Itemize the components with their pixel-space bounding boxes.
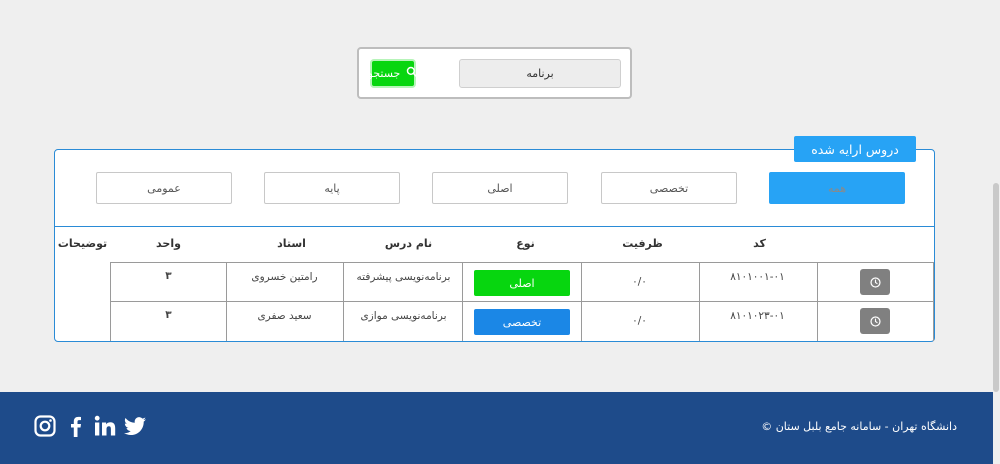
filter-main[interactable]: اصلی xyxy=(432,172,568,204)
filter-all[interactable]: همه xyxy=(769,172,905,204)
row-2-type-badge: تخصصی xyxy=(474,309,570,335)
header-teacher: استاد xyxy=(277,237,306,250)
search-button[interactable]: جستجو xyxy=(367,59,418,88)
clock-icon xyxy=(869,276,881,288)
scrollbar[interactable] xyxy=(993,183,999,392)
row-1-teacher: رامتین خسروی xyxy=(251,271,318,283)
facebook-icon[interactable] xyxy=(62,412,88,440)
row-2-course-name: برنامه‌نویسی موازی xyxy=(360,310,447,322)
schedule-button[interactable] xyxy=(860,269,890,295)
header-notes: توضیحات xyxy=(57,237,108,250)
copyright-text: © دانشگاه تهران - سامانه جامع بلبل ستان xyxy=(761,420,957,433)
search-button-label: جستجو xyxy=(367,67,401,80)
offered-courses-panel: دروس ارایه شده همه تخصصی اصلی پایه عمومی… xyxy=(54,136,935,342)
search-box: جستجو xyxy=(357,47,632,99)
table-divider xyxy=(55,226,934,227)
row-1-capacity: ۰/۰ xyxy=(632,276,647,288)
row-1-code: ۸۱۰۱۰۰۱-۰۱ xyxy=(730,271,785,283)
filter-general[interactable]: عمومی xyxy=(96,172,232,204)
row-2-code: ۸۱۰۱۰۲۳-۰۱ xyxy=(730,310,785,322)
filter-specialized[interactable]: تخصصی xyxy=(601,172,737,204)
clock-icon xyxy=(869,315,881,327)
header-course-name: نام درس xyxy=(384,237,433,250)
social-links xyxy=(32,412,148,440)
search-input[interactable] xyxy=(459,59,621,88)
instagram-icon[interactable] xyxy=(32,412,58,440)
filter-base[interactable]: پایه xyxy=(264,172,400,204)
header-type: نوع xyxy=(516,237,535,250)
header-units: واحد xyxy=(156,237,181,250)
twitter-icon[interactable] xyxy=(122,412,148,440)
header-code: کد xyxy=(753,237,766,250)
schedule-button[interactable] xyxy=(860,308,890,334)
search-icon xyxy=(406,66,418,81)
linkedin-icon[interactable] xyxy=(92,412,118,440)
footer: © دانشگاه تهران - سامانه جامع بلبل ستان xyxy=(0,392,993,464)
row-2-teacher: سعید صفری xyxy=(257,310,312,322)
header-capacity: ظرفیت xyxy=(622,237,663,250)
panel-legend: دروس ارایه شده xyxy=(794,136,916,162)
row-2-capacity: ۰/۰ xyxy=(632,315,647,327)
grid-line xyxy=(110,301,934,302)
row-1-type-badge: اصلی xyxy=(474,270,570,296)
row-1-units: ۳ xyxy=(165,270,172,282)
row-2-units: ۳ xyxy=(165,309,172,321)
row-1-course-name: برنامه‌نویسی پیشرفته xyxy=(356,271,451,283)
